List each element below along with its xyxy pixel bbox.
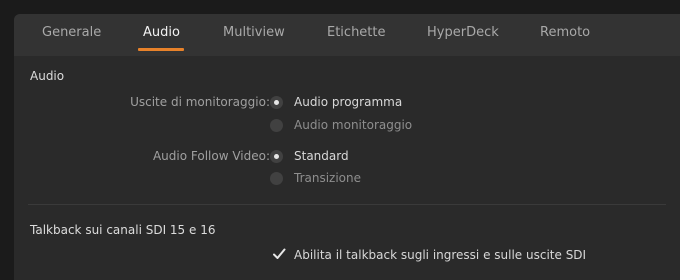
tab-audio[interactable]: Audio: [143, 25, 180, 40]
radio-transizione[interactable]: [270, 172, 283, 185]
option-standard[interactable]: Standard: [294, 149, 349, 163]
tab-multiview[interactable]: Multiview: [223, 25, 285, 40]
option-audio-programma[interactable]: Audio programma: [294, 95, 402, 109]
option-transizione[interactable]: Transizione: [294, 171, 361, 185]
audio-section-title: Audio: [30, 69, 65, 83]
talkback-checkbox-label[interactable]: Abilita il talkback sugli ingressi e sul…: [294, 248, 586, 262]
option-audio-monitoraggio[interactable]: Audio monitoraggio: [294, 118, 412, 132]
monitor-outputs-label: Uscite di monitoraggio:: [130, 95, 270, 109]
tab-hyperdeck[interactable]: HyperDeck: [427, 25, 499, 40]
tab-etichette[interactable]: Etichette: [327, 25, 386, 40]
settings-panel: Generale Audio Multiview Etichette Hyper…: [14, 14, 680, 280]
talkback-checkbox[interactable]: [272, 247, 286, 261]
active-tab-indicator: [138, 48, 184, 51]
radio-standard[interactable]: [270, 150, 283, 163]
audio-follow-video-label: Audio Follow Video:: [152, 149, 270, 163]
section-divider: [28, 204, 666, 205]
tab-generale[interactable]: Generale: [42, 25, 101, 40]
tab-bar: Generale Audio Multiview Etichette Hyper…: [14, 14, 680, 56]
radio-audio-programma[interactable]: [270, 96, 283, 109]
tab-remoto[interactable]: Remoto: [540, 25, 590, 40]
radio-audio-monitoraggio[interactable]: [270, 119, 283, 132]
checkmark-icon: [273, 248, 286, 259]
talkback-section-title: Talkback sui canali SDI 15 e 16: [30, 223, 216, 237]
